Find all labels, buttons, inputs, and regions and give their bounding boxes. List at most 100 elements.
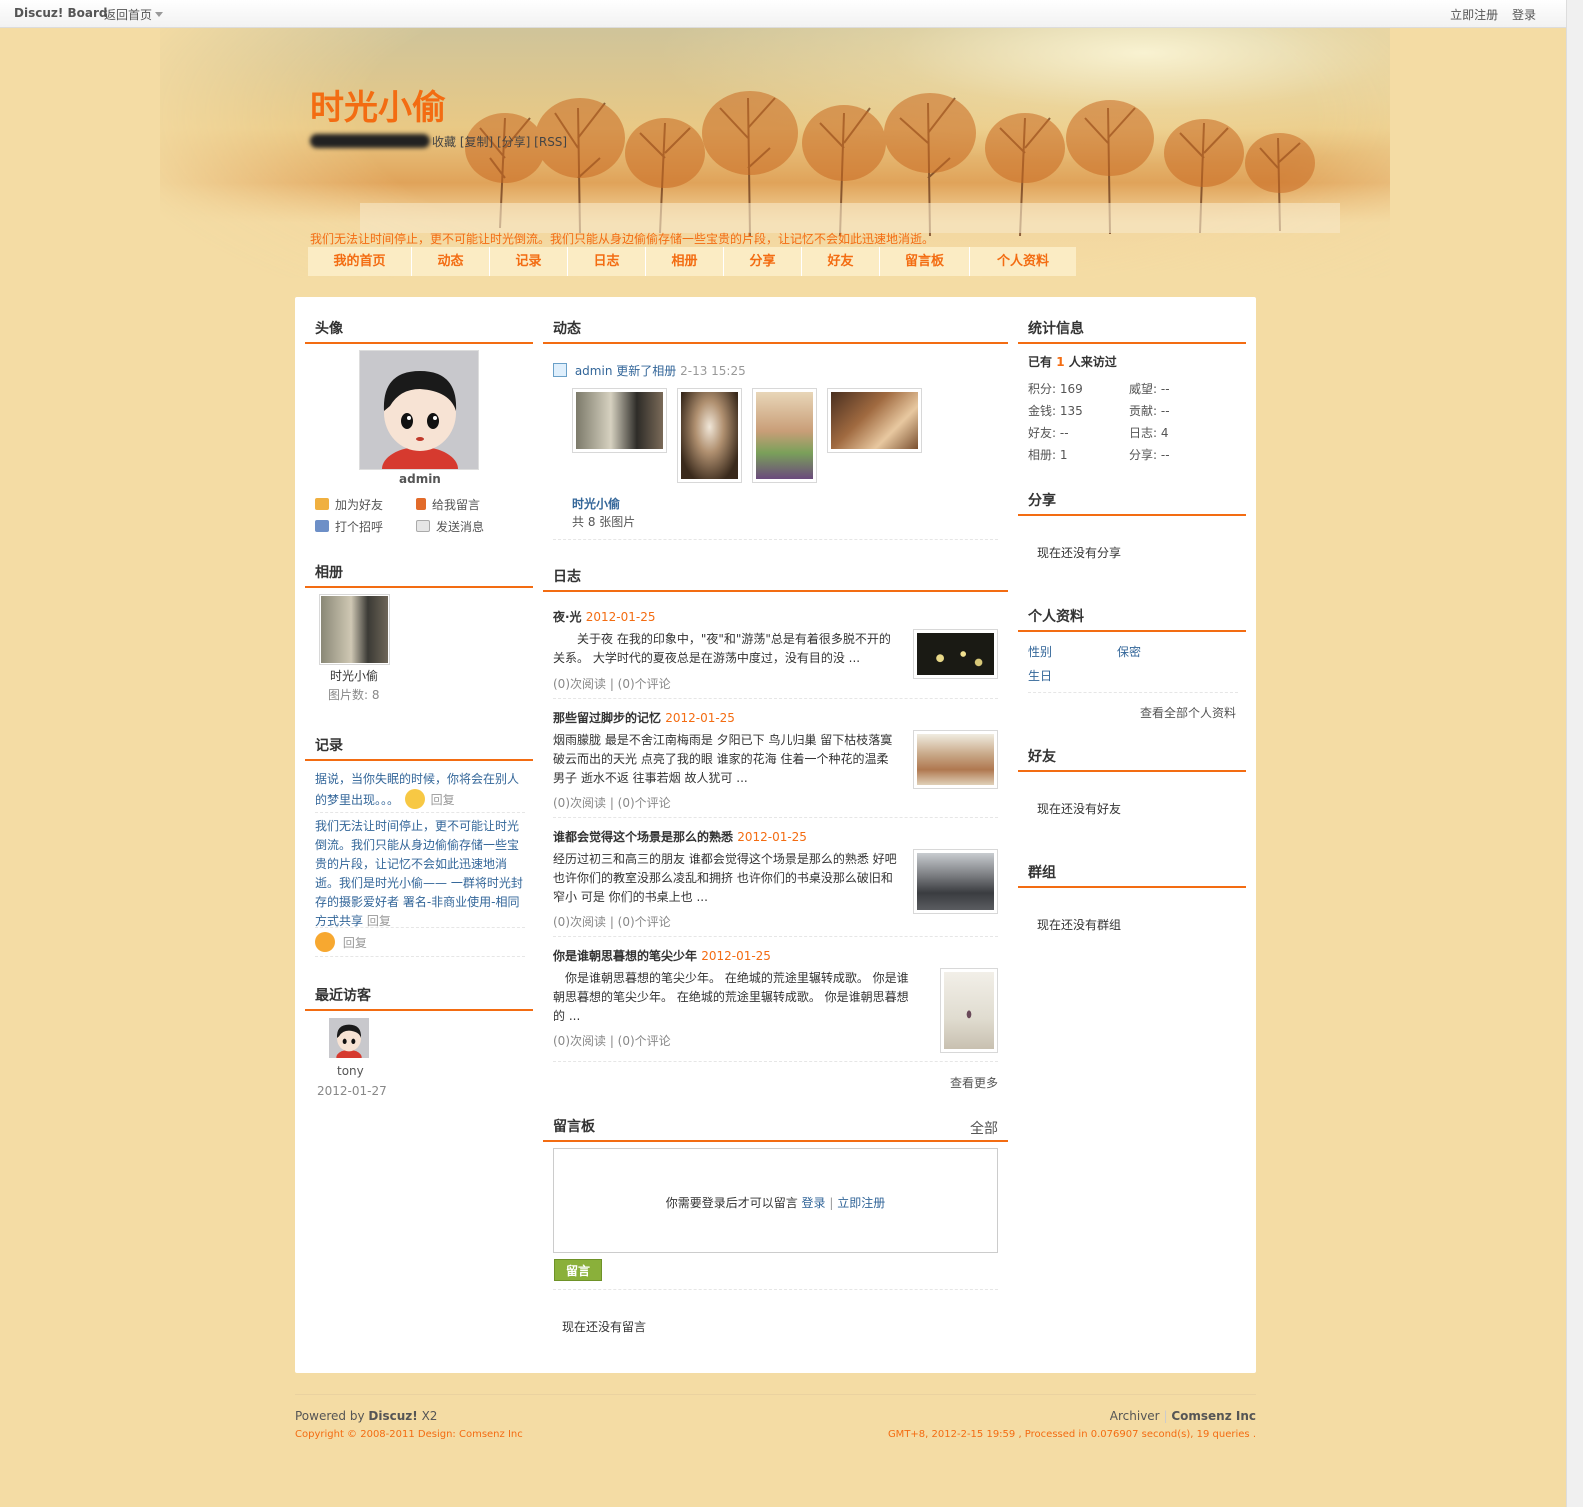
avatar[interactable]	[359, 350, 479, 470]
blog-meta-3: (0)次阅读 | (0)个评论	[553, 915, 671, 929]
blog-title-3[interactable]: 谁都会觉得这个场景是那么的熟悉	[553, 830, 733, 844]
profile-heading: 个人资料	[1018, 606, 1246, 632]
divider	[1028, 692, 1238, 693]
feed-action: 更新了相册	[616, 364, 677, 378]
divider	[315, 927, 525, 928]
blog-title-2[interactable]: 那些留过脚步的记忆	[553, 711, 661, 725]
feed-photo-2[interactable]	[677, 388, 742, 483]
board-heading: 留言板	[543, 1116, 1008, 1142]
add-friend-button[interactable]: 加为好友	[315, 496, 383, 513]
profile-username[interactable]: admin	[399, 472, 441, 486]
title-links[interactable]: 收藏 [复制] [分享] [RSS]	[432, 133, 567, 150]
blog-thumb-4[interactable]	[940, 968, 998, 1053]
board-login-link[interactable]: 登录	[802, 1196, 826, 1210]
blog-meta-2: (0)次阅读 | (0)个评论	[553, 796, 671, 810]
blog-date-3: 2012-01-25	[737, 830, 807, 844]
top-user-links: 立即注册 登录	[1440, 6, 1536, 23]
nav-item-home[interactable]: 我的首页	[308, 247, 412, 276]
board-notice-text: 你需要登录后才可以留言	[665, 1196, 798, 1210]
blog-thumb-image-3	[917, 853, 994, 910]
site-title[interactable]: 时光小偷	[310, 80, 446, 129]
envelope-icon	[416, 520, 430, 532]
pencil-icon	[416, 498, 426, 510]
nav-item-profile[interactable]: 个人资料	[970, 247, 1076, 276]
footer-links: Archiver | Comsenz Inc	[1109, 1409, 1256, 1423]
profile-more-link[interactable]: 查看全部个人资料	[1140, 704, 1236, 721]
feed-album-count: 共 8 张图片	[572, 515, 636, 529]
login-link[interactable]: 登录	[1512, 8, 1536, 22]
visitor-avatar[interactable]	[329, 1018, 369, 1058]
footer-product-link[interactable]: Discuz!	[368, 1409, 417, 1423]
archiver-link[interactable]: Archiver	[1110, 1409, 1160, 1423]
stat-blogs[interactable]: 日志: 4	[1129, 424, 1169, 441]
blog-thumb-2[interactable]	[913, 730, 998, 789]
send-message-button[interactable]: 发送消息	[416, 518, 484, 535]
stat-shares[interactable]: 分享: --	[1129, 446, 1170, 463]
feed-heading: 动态	[543, 318, 1008, 344]
record-reply-link-3[interactable]: 回复	[343, 936, 367, 950]
divider	[553, 817, 998, 818]
visits-summary: 已有 1 人来访过	[1028, 353, 1117, 370]
cartoon-avatar-icon	[360, 351, 478, 469]
nav-item-records[interactable]: 记录	[490, 247, 568, 276]
album-cover[interactable]	[319, 594, 390, 665]
blog-thumb-1[interactable]	[913, 629, 998, 679]
home-link[interactable]: 返回首页	[104, 6, 164, 23]
nav-item-blog[interactable]: 日志	[568, 247, 646, 276]
blog-reads-1: (0)次阅读	[553, 677, 606, 691]
blog-comments-1[interactable]: (0)个评论	[618, 677, 671, 691]
stat-money: 金钱: 135	[1028, 404, 1083, 418]
blog-entry-1: 夜·光 2012-01-25	[553, 608, 656, 625]
nav-item-board[interactable]: 留言板	[880, 247, 970, 276]
visitor-name[interactable]: tony	[337, 1064, 364, 1078]
album-name[interactable]: 时光小偷	[330, 667, 378, 684]
feed-photo-3[interactable]	[752, 388, 817, 483]
footer-copyright: Copyright © 2008-2011 Design: Comsenz In…	[295, 1429, 523, 1440]
board-all-link[interactable]: 全部	[970, 1118, 998, 1138]
leave-message-button[interactable]: 给我留言	[416, 496, 480, 513]
record-reply-link-1[interactable]: 回复	[431, 793, 455, 807]
blog-comments-4[interactable]: (0)个评论	[618, 1034, 671, 1048]
register-link[interactable]: 立即注册	[1450, 8, 1498, 22]
photo-3-image	[756, 392, 813, 479]
nav-item-friends[interactable]: 好友	[802, 247, 880, 276]
feed-user-link[interactable]: admin	[575, 364, 613, 378]
feed-photo-4[interactable]	[827, 388, 922, 453]
greet-button[interactable]: 打个招呼	[315, 518, 383, 535]
board-register-link[interactable]: 立即注册	[837, 1196, 885, 1210]
feed-photo-1[interactable]	[572, 388, 667, 453]
blog-comments-2[interactable]: (0)个评论	[618, 796, 671, 810]
record-text-2: 我们无法让时间停止，更不可能让时光倒流。我们只能从身边偷偷存储一些宝贵的片段，让…	[315, 819, 523, 928]
blog-more-link[interactable]: 查看更多	[950, 1074, 998, 1091]
feed-album-link[interactable]: 时光小偷	[572, 495, 620, 512]
blog-thumb-3[interactable]	[913, 849, 998, 914]
scrollbar[interactable]	[1566, 0, 1583, 1507]
blog-title-4[interactable]: 你是谁朝思暮想的笔尖少年	[553, 949, 697, 963]
board-textarea[interactable]: 你需要登录后才可以留言 登录 | 立即注册	[553, 1148, 998, 1253]
groups-empty-text: 现在还没有群组	[1037, 918, 1122, 932]
board-empty-text: 现在还没有留言	[562, 1320, 647, 1334]
stat-albums[interactable]: 相册: 1	[1028, 446, 1068, 463]
board-login-notice: 你需要登录后才可以留言 登录 | 立即注册	[665, 1196, 886, 1210]
gender-label: 性别	[1028, 645, 1053, 659]
blog-date-1: 2012-01-25	[585, 610, 656, 624]
blog-entry-4: 你是谁朝思暮想的笔尖少年 2012-01-25	[553, 947, 771, 964]
album-cover-image	[321, 596, 388, 663]
photo-4-image	[831, 392, 918, 449]
nav-item-share[interactable]: 分享	[724, 247, 802, 276]
stats-heading: 统计信息	[1018, 318, 1246, 344]
stat-friends[interactable]: 好友: --	[1028, 424, 1069, 441]
record-reply-link-2[interactable]: 回复	[367, 914, 391, 928]
sleepy-emoji-icon	[404, 789, 425, 809]
nav-item-album[interactable]: 相册	[646, 247, 724, 276]
nav-item-feed[interactable]: 动态	[412, 247, 490, 276]
blog-excerpt-1: 关于夜 在我的印象中，"夜"和"游荡"总是有着很多脱不开的关系。 大学时代的夏夜…	[553, 632, 891, 665]
blog-title-1[interactable]: 夜·光	[553, 610, 582, 624]
album-count: 图片数: 8	[328, 688, 380, 702]
submit-message-button[interactable]: 留言	[554, 1259, 602, 1281]
blog-excerpt-2: 烟雨朦胧 最是不舍江南梅雨是 夕阳已下 鸟儿归巢 留下枯枝落寞 破云而出的天光 …	[553, 733, 893, 785]
company-link[interactable]: Comsenz Inc	[1171, 1409, 1256, 1423]
blog-comments-3[interactable]: (0)个评论	[618, 915, 671, 929]
record-item-1: 据说，当你失眠的时候，你将会在别人的梦里出现。。。 回复	[315, 770, 525, 810]
site-brand-link[interactable]: Discuz! Board	[14, 6, 108, 20]
